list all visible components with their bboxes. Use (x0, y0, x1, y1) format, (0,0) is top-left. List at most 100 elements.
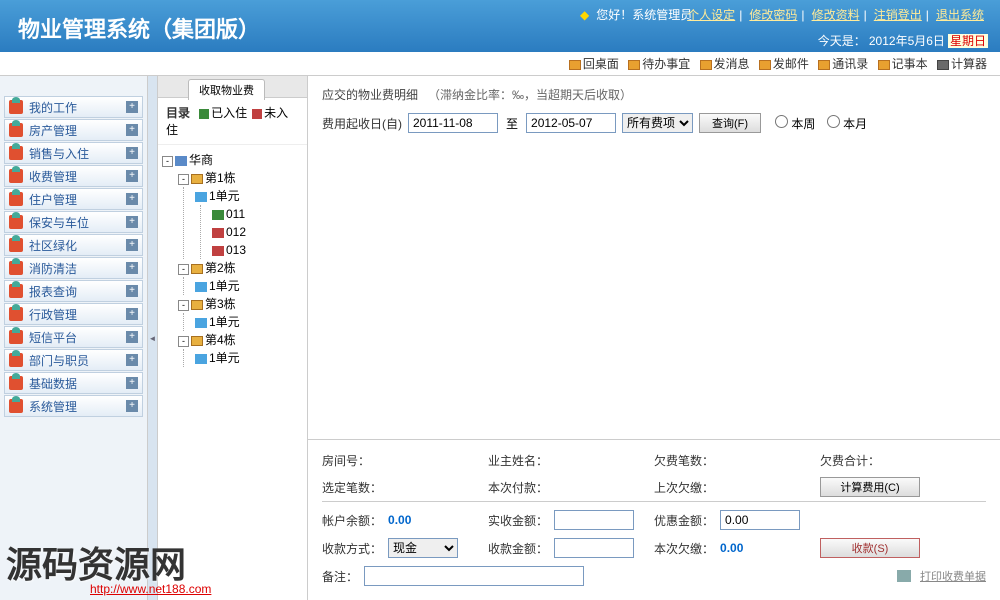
filter-row: 费用起收日(自) 至 所有费项 查询(F) 本周 本月 (322, 113, 986, 133)
tb-mail[interactable]: 发邮件 (759, 59, 809, 71)
calc-fee-button[interactable]: 计算费用(C) (820, 477, 920, 497)
unit-icon (195, 354, 207, 364)
nav-item-8[interactable]: 报表查询+ (4, 280, 143, 302)
nav-item-6[interactable]: 社区绿化+ (4, 234, 143, 256)
nav-icon (9, 123, 23, 137)
nav-icon (9, 399, 23, 413)
content-title: 应交的物业费明细（滞纳金比率：‰，当超期天后收取） (322, 86, 986, 103)
nav-item-13[interactable]: 系统管理+ (4, 395, 143, 417)
label-last-owe: 上次欠缴： (654, 479, 714, 496)
tb-message[interactable]: 发消息 (700, 59, 750, 71)
actual-amount-input[interactable] (554, 510, 634, 530)
contacts-icon (818, 60, 830, 70)
summary-panel: 房间号： 业主姓名： 欠费笔数： 欠费合计： 选定笔数： 本次付款： 上次欠缴：… (308, 439, 1000, 600)
expand-icon: + (126, 285, 138, 297)
unit-icon (195, 318, 207, 328)
tree-building[interactable]: 第2栋 (205, 261, 236, 275)
link-profile[interactable]: 个人设定 (687, 8, 735, 22)
this-owe-value: 0.00 (720, 541, 743, 555)
occupied-icon (199, 109, 209, 119)
label-owner: 业主姓名： (488, 452, 548, 469)
collapse-handle[interactable] (148, 76, 158, 600)
tree-room[interactable]: 011 (226, 207, 245, 221)
nav-item-10[interactable]: 短信平台+ (4, 326, 143, 348)
expand-icon: + (126, 170, 138, 182)
link-password[interactable]: 修改密码 (749, 8, 797, 22)
nav-icon (9, 330, 23, 344)
collect-button[interactable]: 收款(S) (820, 538, 920, 558)
balance-value: 0.00 (388, 513, 411, 527)
remark-input[interactable] (364, 566, 584, 586)
date-from-input[interactable] (408, 113, 498, 133)
tree-root[interactable]: 华商 (189, 153, 213, 167)
nav-icon (9, 192, 23, 206)
tree-building[interactable]: 第3栋 (205, 297, 236, 311)
nav-icon (9, 307, 23, 321)
tree-unit[interactable]: 1单元 (209, 351, 240, 365)
receive-amount-input[interactable] (554, 538, 634, 558)
link-exit[interactable]: 退出系统 (936, 8, 984, 22)
tb-desktop[interactable]: 回桌面 (569, 59, 619, 71)
label-this-pay: 本次付款： (488, 479, 548, 496)
tree-room[interactable]: 012 (226, 225, 246, 239)
query-button[interactable]: 查询(F) (699, 113, 761, 133)
home-icon (569, 60, 581, 70)
discount-input[interactable] (720, 510, 800, 530)
tree-building[interactable]: 第1栋 (205, 171, 236, 185)
nav-item-7[interactable]: 消防清洁+ (4, 257, 143, 279)
room-icon (212, 210, 224, 220)
tree-panel: 收取物业费 目录 已入住 未入住 -华商-第1栋1单元011012013-第2栋… (158, 76, 308, 600)
tree-toggle[interactable]: - (162, 156, 173, 167)
tb-calc[interactable]: 计算器 (937, 59, 987, 71)
tree-unit[interactable]: 1单元 (209, 189, 240, 203)
radio-week[interactable]: 本周 (775, 117, 815, 131)
label-room: 房间号： (322, 452, 370, 469)
nav-icon (9, 146, 23, 160)
pay-method-select[interactable]: 现金 (388, 538, 458, 558)
nav-item-0[interactable]: 我的工作+ (4, 96, 143, 118)
expand-icon: + (126, 216, 138, 228)
date-to-input[interactable] (526, 113, 616, 133)
nav-item-11[interactable]: 部门与职员+ (4, 349, 143, 371)
room-icon (212, 228, 224, 238)
greeting: ◆ 您好！系统管理员 (580, 6, 692, 23)
link-info[interactable]: 修改资料 (812, 8, 860, 22)
expand-icon: + (126, 354, 138, 366)
greeting-icon: ◆ (580, 8, 589, 22)
unit-icon (195, 192, 207, 202)
print-link[interactable]: 打印收费单据 (920, 568, 986, 584)
top-links: 个人设定| 修改密码| 修改资料| 注销登出| 退出系统 (683, 6, 988, 23)
nav-icon (9, 100, 23, 114)
link-logout[interactable]: 注销登出 (874, 8, 922, 22)
fee-type-select[interactable]: 所有费项 (622, 113, 693, 133)
tree-building[interactable]: 第4栋 (205, 333, 236, 347)
nav-icon (9, 376, 23, 390)
nav-item-4[interactable]: 住户管理+ (4, 188, 143, 210)
notes-icon (878, 60, 890, 70)
nav-item-1[interactable]: 房产管理+ (4, 119, 143, 141)
expand-icon: + (126, 239, 138, 251)
label-selected: 选定笔数： (322, 479, 382, 496)
tb-notes[interactable]: 记事本 (878, 59, 928, 71)
nav-item-3[interactable]: 收费管理+ (4, 165, 143, 187)
tree-legend: 目录 已入住 未入住 (158, 98, 307, 145)
nav-icon (9, 169, 23, 183)
expand-icon: + (126, 400, 138, 412)
expand-icon: + (126, 193, 138, 205)
nav-item-9[interactable]: 行政管理+ (4, 303, 143, 325)
radio-month[interactable]: 本月 (827, 117, 867, 131)
expand-icon: + (126, 262, 138, 274)
tb-todo[interactable]: 待办事宜 (628, 59, 690, 71)
tb-contacts[interactable]: 通讯录 (818, 59, 868, 71)
nav-item-5[interactable]: 保安与车位+ (4, 211, 143, 233)
tree-unit[interactable]: 1单元 (209, 315, 240, 329)
sidebar: 我的工作+房产管理+销售与入住+收费管理+住户管理+保安与车位+社区绿化+消防清… (0, 76, 148, 600)
tree-room[interactable]: 013 (226, 243, 246, 257)
label-owe-total: 欠费合计： (820, 452, 880, 469)
todo-icon (628, 60, 640, 70)
nav-item-2[interactable]: 销售与入住+ (4, 142, 143, 164)
tree-unit[interactable]: 1单元 (209, 279, 240, 293)
nav-item-12[interactable]: 基础数据+ (4, 372, 143, 394)
expand-icon: + (126, 101, 138, 113)
content-panel: 应交的物业费明细（滞纳金比率：‰，当超期天后收取） 费用起收日(自) 至 所有费… (308, 76, 1000, 600)
